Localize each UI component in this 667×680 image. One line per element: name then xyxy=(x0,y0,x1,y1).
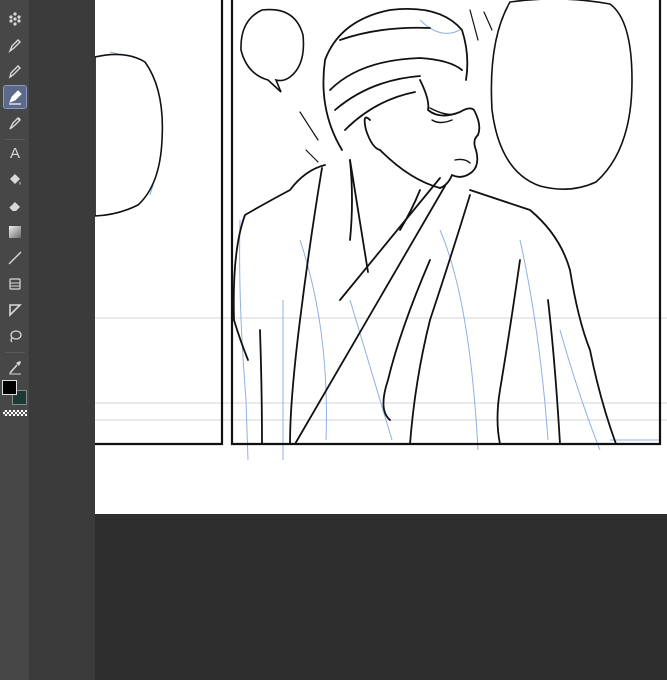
pencil-tool-button[interactable] xyxy=(4,60,26,82)
nib-icon xyxy=(8,39,21,53)
stack-icon xyxy=(9,278,21,290)
frame-icon xyxy=(9,304,22,317)
tool-palette: A xyxy=(0,0,30,680)
gradient-icon xyxy=(9,226,21,238)
frame-tool-button[interactable] xyxy=(4,299,26,321)
line-tool-button[interactable] xyxy=(4,247,26,269)
text-tool-button[interactable]: A xyxy=(4,143,26,165)
canvas-paper[interactable] xyxy=(95,0,667,514)
fill-tool-button[interactable] xyxy=(4,169,26,191)
eyedropper-tool-button[interactable] xyxy=(4,356,26,378)
pencil-icon xyxy=(8,65,21,79)
layer-tool-button[interactable] xyxy=(4,273,26,295)
foreground-color-swatch[interactable] xyxy=(2,380,17,395)
lasso-icon xyxy=(10,330,22,343)
text-icon: A xyxy=(9,145,20,162)
eraser-icon xyxy=(8,202,20,212)
ink-pen-tool-button[interactable] xyxy=(3,85,27,109)
manga-artwork xyxy=(95,0,667,461)
marker-tool-button[interactable] xyxy=(4,112,26,134)
line-icon xyxy=(8,251,22,265)
bucket-icon xyxy=(10,174,21,185)
lasso-tool-button[interactable] xyxy=(4,325,26,347)
dots-icon xyxy=(9,12,21,26)
side-panel xyxy=(30,0,95,680)
gradient-tool-button[interactable] xyxy=(4,221,26,243)
marker-icon xyxy=(9,117,21,130)
blend-tool-button[interactable] xyxy=(4,8,26,30)
transparent-color-swatch[interactable] xyxy=(3,410,27,416)
nib-icon xyxy=(9,90,22,105)
eyedropper-icon xyxy=(9,361,21,375)
speech-balloons xyxy=(95,0,633,217)
toolbar-divider xyxy=(5,139,25,140)
pen-tool-button[interactable] xyxy=(4,34,26,56)
toolbar-divider xyxy=(5,352,25,353)
eraser-tool-button[interactable] xyxy=(4,195,26,217)
